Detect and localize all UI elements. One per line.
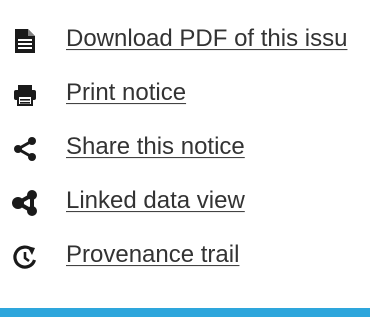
accent-bar <box>0 308 370 317</box>
printer-icon <box>10 80 40 110</box>
download-pdf-link[interactable]: Download PDF of this issu <box>66 27 347 51</box>
download-pdf-link-item[interactable]: Download PDF of this issu <box>0 14 370 68</box>
provenance-icon <box>10 242 40 272</box>
linked-data-link-item[interactable]: Linked data view <box>0 176 370 230</box>
share-notice-link[interactable]: Share this notice <box>66 135 245 159</box>
linked-data-icon <box>10 188 40 218</box>
share-notice-link-item[interactable]: Share this notice <box>0 122 370 176</box>
print-notice-link[interactable]: Print notice <box>66 81 186 105</box>
notice-actions-list: Download PDF of this issu Print notice S <box>0 14 370 284</box>
provenance-link-item[interactable]: Provenance trail <box>0 230 370 284</box>
print-notice-link-item[interactable]: Print notice <box>0 68 370 122</box>
linked-data-link[interactable]: Linked data view <box>66 189 245 213</box>
share-icon <box>10 134 40 164</box>
provenance-link[interactable]: Provenance trail <box>66 243 239 267</box>
document-icon <box>10 26 40 56</box>
